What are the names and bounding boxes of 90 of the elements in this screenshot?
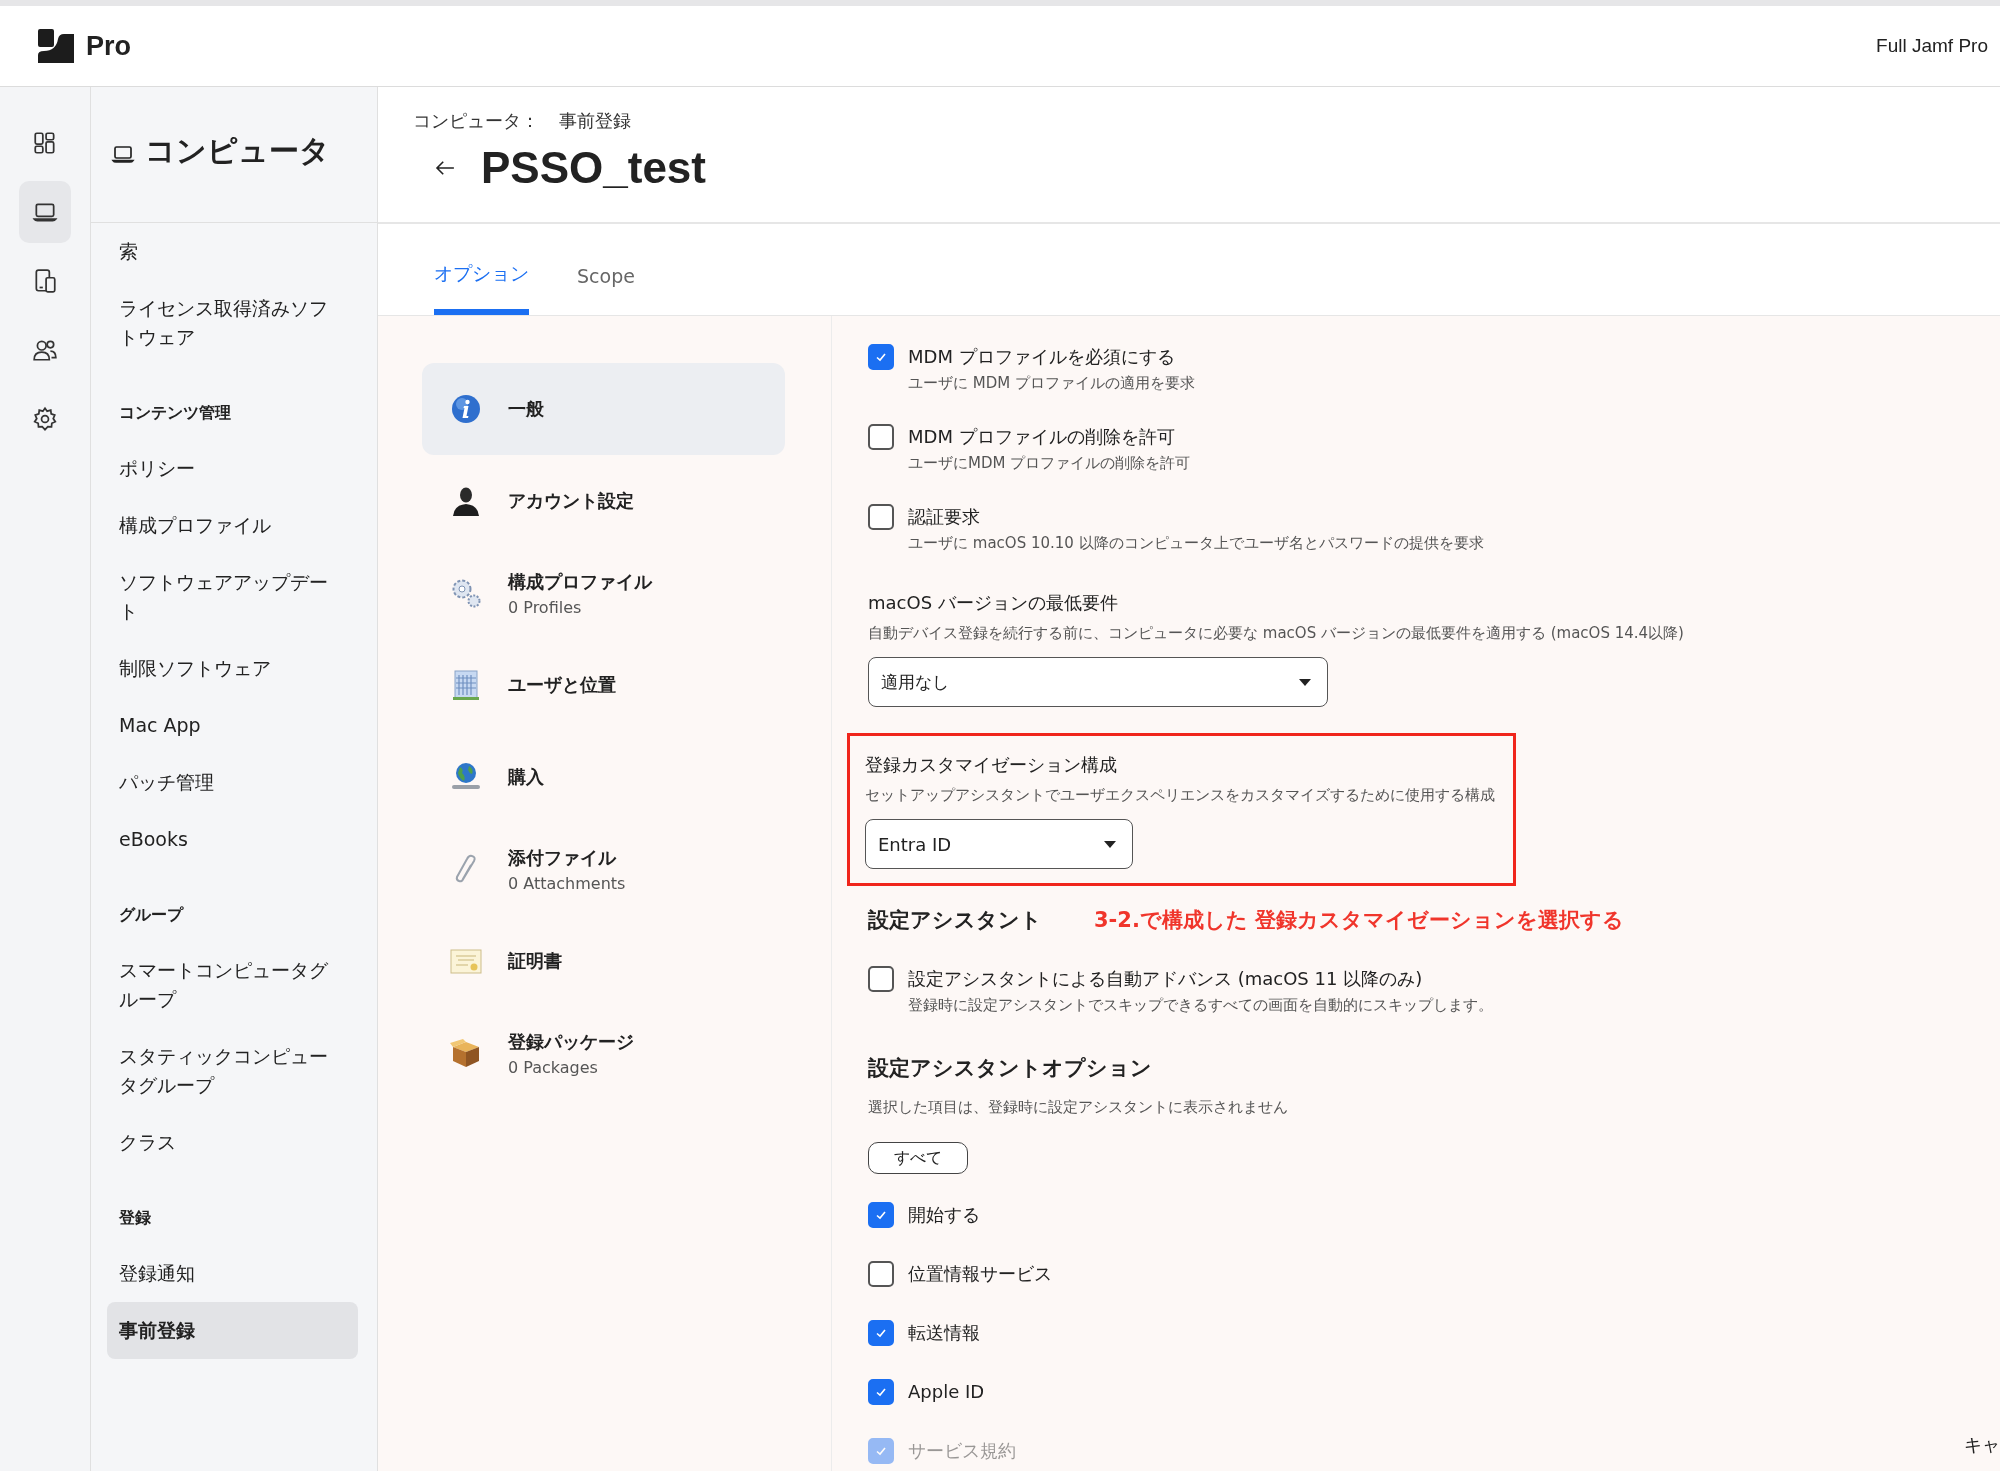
section-description: 選択した項目は、登録時に設定アシスタントに表示されません bbox=[868, 1097, 1288, 1118]
annotation-text: 3-2.で構成した 登録カスタマイゼーションを選択する bbox=[1094, 907, 1625, 934]
checkbox-label: MDM プロファイルの削除を許可 bbox=[908, 425, 1176, 449]
section-nav-label: 証明書 bbox=[508, 949, 562, 973]
info-icon bbox=[450, 393, 482, 425]
checkbox-label: サービス規約 bbox=[908, 1439, 1016, 1463]
section-nav-label: 一般 bbox=[508, 397, 544, 421]
sidebar-item[interactable]: eBooks bbox=[107, 811, 358, 868]
checkbox-label: MDM プロファイルを必須にする bbox=[908, 345, 1176, 369]
checkbox[interactable] bbox=[868, 1320, 894, 1346]
section-nav-item[interactable]: 購入 bbox=[422, 731, 785, 823]
building-icon bbox=[450, 669, 482, 701]
dropdown-caret-icon bbox=[1299, 678, 1311, 686]
section-heading: 設定アシスタント bbox=[868, 907, 1042, 934]
users-icon bbox=[32, 337, 58, 363]
dropdown-caret-icon bbox=[1104, 840, 1116, 848]
section-nav-item[interactable]: アカウント設定 bbox=[422, 455, 785, 547]
devices-icon bbox=[32, 268, 58, 294]
checkbox-label: 設定アシスタントによる自動アドバンス (macOS 11 以降のみ) bbox=[908, 967, 1424, 991]
checkbox[interactable] bbox=[868, 1379, 894, 1405]
section-nav-item[interactable]: ユーザと位置 bbox=[422, 639, 785, 731]
checkbox[interactable] bbox=[868, 424, 894, 450]
sidebar-item[interactable]: 事前登録 bbox=[107, 1302, 358, 1359]
rail-item[interactable] bbox=[19, 181, 71, 243]
section-nav-label: 登録パッケージ bbox=[508, 1029, 634, 1054]
account-name[interactable]: Full Jamf Pro bbox=[1876, 35, 1988, 57]
checkbox[interactable] bbox=[868, 966, 894, 992]
section-nav-item[interactable]: 登録パッケージ 0 Packages bbox=[422, 1007, 785, 1099]
checkbox[interactable] bbox=[868, 1202, 894, 1228]
checkbox-label: 開始する bbox=[908, 1203, 980, 1227]
option-description: ユーザにMDM プロファイルの削除を許可 bbox=[908, 453, 1191, 474]
section-nav-label: アカウント設定 bbox=[508, 489, 634, 513]
section-nav-label: 添付ファイル bbox=[508, 845, 618, 870]
section-nav-item[interactable]: 添付ファイル 0 Attachments bbox=[422, 823, 785, 915]
dashboard-icon bbox=[32, 130, 58, 156]
sidebar-item[interactable]: 構成プロファイル bbox=[107, 497, 358, 554]
breadcrumb-section[interactable]: コンピュータ： bbox=[413, 109, 539, 133]
section-nav-label: 購入 bbox=[508, 765, 544, 789]
sidebar-item[interactable]: 登録通知 bbox=[107, 1245, 358, 1302]
checkbox-label: 位置情報サービス bbox=[908, 1262, 1052, 1286]
sidebar-item[interactable]: ソフトウェアアップデート bbox=[107, 554, 358, 640]
sidebar-item[interactable]: Mac App bbox=[107, 697, 358, 754]
select-all-button[interactable]: すべて bbox=[868, 1142, 968, 1174]
cancel-button[interactable]: キャ bbox=[1964, 1433, 2000, 1457]
sidebar-item[interactable]: パッチ管理 bbox=[107, 754, 358, 811]
checkbox[interactable] bbox=[868, 344, 894, 370]
section-nav-item[interactable]: 証明書 bbox=[422, 915, 785, 1007]
field-label: 登録カスタマイゼーション構成 bbox=[865, 753, 1117, 777]
option-description: セットアップアシスタントでユーザエクスペリエンスをカスタマイズするために使用する構成 bbox=[865, 785, 1495, 806]
sidebar-item[interactable]: ポリシー bbox=[107, 440, 358, 497]
section-nav-count: 0 Attachments bbox=[508, 873, 626, 893]
checkbox-label: 認証要求 bbox=[908, 505, 981, 529]
option-description: ユーザに macOS 10.10 以降のコンピュータ上でユーザ名とパスワードの提供を要求 bbox=[908, 533, 1484, 554]
option-description: 登録時に設定アシスタントでスキップできるすべての画面を自動的にスキップします。 bbox=[908, 995, 1493, 1016]
sidebar-item[interactable]: ライセンス取得済みソフトウェア bbox=[107, 280, 358, 366]
section-heading: 設定アシスタントオプション bbox=[868, 1055, 1152, 1082]
sidebar-item[interactable]: 索 bbox=[107, 223, 358, 280]
sidebar-item[interactable]: スマートコンピュータグループ bbox=[107, 942, 358, 1028]
section-nav-count: 0 Packages bbox=[508, 1057, 599, 1077]
logo-icon bbox=[38, 29, 74, 63]
section-nav-item[interactable]: 構成プロファイル 0 Profiles bbox=[422, 547, 785, 639]
box-icon bbox=[450, 1037, 482, 1069]
option-description: 自動デバイス登録を続行する前に、コンピュータに必要な macOS バージョンの最低要件を適用する (macOS 14.4以降) bbox=[868, 623, 1684, 644]
sidebar-heading: グループ bbox=[118, 904, 185, 926]
sidebar-item[interactable]: スタティックコンピュータグループ bbox=[107, 1028, 358, 1114]
section-nav-label: ユーザと位置 bbox=[508, 673, 616, 697]
page-title: PSSO_test bbox=[481, 143, 706, 193]
gears-icon bbox=[450, 577, 482, 609]
sidebar-title: コンピュータ bbox=[145, 132, 330, 170]
option-description: ユーザに MDM プロファイルの適用を要求 bbox=[908, 373, 1195, 394]
sidebar-item[interactable]: 制限ソフトウェア bbox=[107, 640, 358, 697]
section-nav-count: 0 Profiles bbox=[508, 597, 583, 617]
settings-icon bbox=[32, 406, 58, 432]
section-nav-item[interactable]: 一般 bbox=[422, 363, 785, 455]
logo-text: Pro bbox=[86, 30, 131, 62]
dropdown[interactable]: 適用なし bbox=[868, 657, 1328, 707]
person-icon bbox=[450, 485, 482, 517]
section-nav-label: 構成プロファイル bbox=[508, 569, 652, 594]
sidebar-heading: 登録 bbox=[118, 1207, 152, 1229]
breadcrumb-page: 事前登録 bbox=[559, 109, 631, 133]
field-label: macOS バージョンの最低要件 bbox=[868, 591, 1118, 615]
checkbox-label: Apple ID bbox=[908, 1380, 985, 1404]
sidebar-item[interactable]: クラス bbox=[107, 1114, 358, 1171]
checkbox[interactable] bbox=[868, 504, 894, 530]
dropdown[interactable]: Entra ID bbox=[865, 819, 1133, 869]
back-arrow-icon[interactable] bbox=[435, 160, 455, 176]
checkbox[interactable] bbox=[868, 1261, 894, 1287]
sidebar-heading: コンテンツ管理 bbox=[118, 402, 232, 424]
tab[interactable]: Scope bbox=[577, 265, 635, 315]
checkbox-label: 転送情報 bbox=[908, 1321, 980, 1345]
